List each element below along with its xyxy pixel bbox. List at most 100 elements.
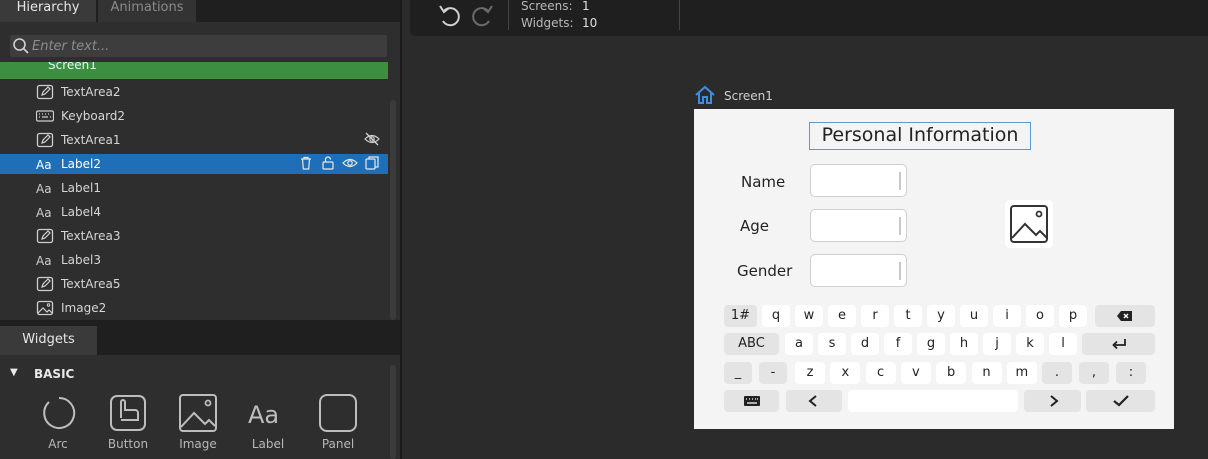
tree-item-label: Label1	[61, 181, 102, 195]
gender-textarea[interactable]	[810, 254, 907, 287]
image-widget-icon	[179, 394, 217, 432]
key-n[interactable]: n	[971, 362, 1002, 384]
tree-item-label: Image2	[61, 301, 107, 315]
tree-item-keyboard2[interactable]: Keyboard2	[0, 106, 388, 126]
key-z[interactable]: z	[795, 362, 825, 384]
textarea-icon	[36, 228, 54, 244]
screen-name: Screen1	[724, 89, 773, 103]
enter-icon	[1111, 339, 1126, 350]
key-mode-abc[interactable]: ABC	[724, 333, 779, 355]
key-o[interactable]: o	[1026, 305, 1054, 327]
keyboard-widget[interactable]: 1# q w e r t y u i o p ABC a s d f g h j k l _ - z x c v b n m.,:	[720, 302, 1158, 418]
name-label[interactable]: Name	[741, 173, 785, 191]
key-colon[interactable]: :	[1116, 362, 1146, 384]
key-m[interactable]: m	[1006, 362, 1037, 384]
key-w[interactable]: w	[795, 305, 823, 327]
hierarchy-scrollbar[interactable]	[390, 100, 396, 320]
label-icon: Aa	[36, 254, 52, 268]
age-label[interactable]: Age	[740, 217, 769, 235]
key-b[interactable]: b	[936, 362, 967, 384]
tree-item-label4[interactable]: Aa Label4	[0, 202, 388, 222]
label-widget-icon: Aa	[248, 401, 279, 429]
label-icon: Aa	[36, 206, 52, 220]
unlock-icon[interactable]	[320, 155, 336, 171]
widget-panel[interactable]: Panel	[308, 388, 368, 459]
title-label[interactable]: Personal Information	[809, 122, 1031, 150]
tree-item-textarea5[interactable]: TextArea5	[0, 274, 388, 294]
screen-canvas[interactable]: Personal Information Name Age Gender 1# q…	[694, 109, 1174, 429]
tree-item-label: Label4	[61, 205, 102, 219]
widget-image[interactable]: Image	[168, 388, 228, 459]
name-textarea[interactable]	[810, 164, 907, 197]
key-mode-numeric[interactable]: 1#	[724, 305, 757, 327]
key-k[interactable]: k	[1016, 333, 1044, 355]
undo-icon[interactable]	[436, 2, 464, 30]
tree-item-label2[interactable]: Aa Label2	[0, 154, 388, 174]
key-v[interactable]: v	[900, 362, 931, 384]
widget-label: Button	[107, 437, 149, 451]
key-e[interactable]: e	[828, 305, 856, 327]
key-d[interactable]: d	[851, 333, 879, 355]
widgets-label: Widgets:	[521, 16, 574, 30]
redo-icon[interactable]	[468, 2, 496, 30]
key-f[interactable]: f	[884, 333, 912, 355]
eye-hidden-icon[interactable]	[364, 131, 380, 147]
key-u[interactable]: u	[960, 305, 988, 327]
widget-arc[interactable]: Arc	[28, 388, 88, 459]
keyboard-hide-key[interactable]	[724, 390, 779, 412]
cursor-left-key[interactable]	[786, 390, 842, 412]
key-x[interactable]: x	[830, 362, 861, 384]
tree-item-label1[interactable]: Aa Label1	[0, 178, 388, 198]
widget-button[interactable]: Button	[98, 388, 158, 459]
tree-item-label3[interactable]: Aa Label3	[0, 250, 388, 270]
key-y[interactable]: y	[927, 305, 955, 327]
tree-item-textarea3[interactable]: TextArea3	[0, 226, 388, 246]
tab-hierarchy[interactable]: Hierarchy	[0, 0, 96, 22]
key-minus[interactable]: -	[759, 362, 787, 384]
space-key[interactable]	[848, 390, 1018, 412]
tree-item-textarea2[interactable]: TextArea2	[0, 82, 388, 102]
key-a[interactable]: a	[785, 333, 813, 355]
tab-animations[interactable]: Animations	[98, 0, 196, 22]
screen-tab[interactable]: Screen1	[694, 85, 773, 105]
age-textarea[interactable]	[810, 209, 907, 242]
tree-item-image2[interactable]: Image2	[0, 298, 388, 318]
ok-key[interactable]	[1086, 390, 1155, 412]
search-input[interactable]	[32, 35, 382, 57]
key-i[interactable]: i	[993, 305, 1021, 327]
key-j[interactable]: j	[983, 333, 1011, 355]
key-r[interactable]: r	[861, 305, 889, 327]
key-p[interactable]: p	[1059, 305, 1087, 327]
widgets-header: Widgets	[0, 320, 400, 355]
tab-widgets[interactable]: Widgets	[0, 326, 97, 355]
enter-key[interactable]	[1082, 333, 1155, 355]
key-s[interactable]: s	[818, 333, 846, 355]
panel-tabs: Hierarchy Animations	[0, 0, 400, 22]
backspace-key[interactable]	[1095, 305, 1155, 327]
key-q[interactable]: q	[762, 305, 790, 327]
hierarchy-tree: Screen1 TextArea2 Keyboard2 TextArea1 Aa Lab…	[0, 62, 388, 320]
panel-divider[interactable]	[400, 0, 402, 459]
key-c[interactable]: c	[865, 362, 896, 384]
cursor-right-key[interactable]	[1024, 390, 1081, 412]
tree-item-screen1[interactable]: Screen1	[0, 62, 388, 79]
arc-widget-icon	[43, 396, 76, 429]
tree-item-textarea1[interactable]: TextArea1	[0, 130, 388, 150]
key-period[interactable]: .	[1042, 362, 1072, 384]
key-t[interactable]: t	[894, 305, 922, 327]
gender-label[interactable]: Gender	[737, 262, 792, 280]
image-widget[interactable]	[1005, 200, 1053, 248]
section-basic[interactable]: ▼ BASIC	[0, 363, 392, 385]
key-underscore[interactable]: _	[724, 362, 752, 384]
key-h[interactable]: h	[950, 333, 978, 355]
key-comma[interactable]: ,	[1079, 362, 1109, 384]
duplicate-icon[interactable]	[364, 155, 380, 171]
image-placeholder-icon	[1010, 205, 1048, 243]
key-g[interactable]: g	[917, 333, 945, 355]
delete-icon[interactable]	[298, 155, 314, 171]
key-l[interactable]: l	[1049, 333, 1077, 355]
widget-label[interactable]: Aa Label	[238, 388, 298, 459]
keyboard-hide-icon	[743, 396, 760, 406]
widgets-scrollbar[interactable]	[390, 365, 396, 459]
eye-icon[interactable]	[342, 155, 358, 171]
